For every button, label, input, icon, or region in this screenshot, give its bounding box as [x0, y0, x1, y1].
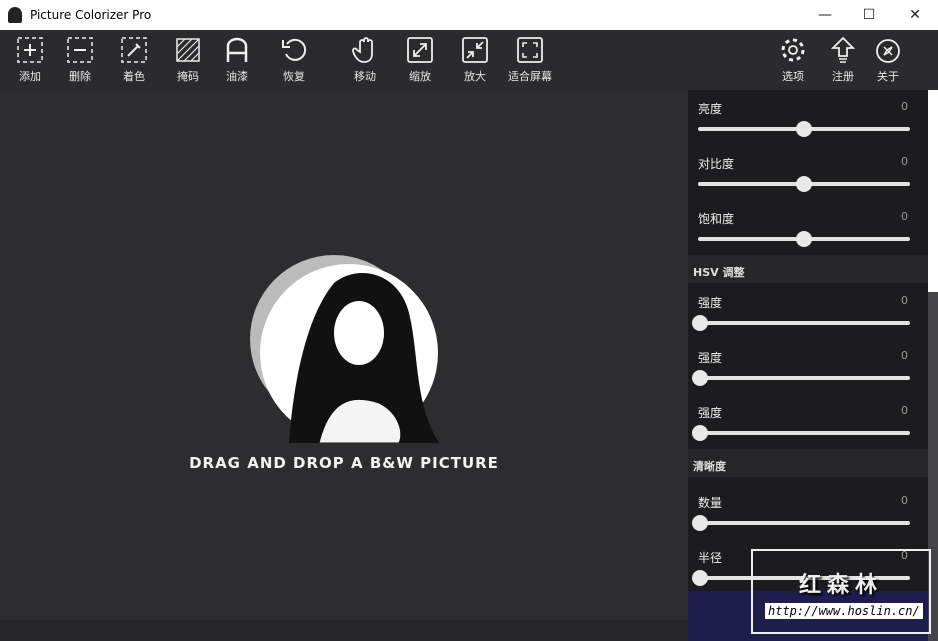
app-title: Picture Colorizer Pro [30, 8, 152, 22]
slider-thumb[interactable] [692, 570, 708, 586]
add-icon [17, 37, 43, 63]
upload-icon [830, 36, 856, 63]
title-bar: Picture Colorizer Pro — ☐ ✕ [0, 0, 938, 30]
slider-label: 数量 [698, 496, 723, 510]
slider-label: 强度 [698, 351, 723, 365]
adjustments-panel: 亮度 0 对比度 0 饱和度 0 HSV 调整 强度 0 强度 0 强度 0 清晰… [688, 90, 928, 641]
paint-button[interactable]: 油漆 [207, 36, 267, 84]
status-bar [0, 620, 688, 641]
colorize-button[interactable]: 着色 [104, 36, 164, 84]
slider-label: 饱和度 [698, 212, 735, 226]
slider-track[interactable] [698, 521, 910, 525]
hand-icon [352, 37, 373, 63]
gear-icon [781, 38, 805, 62]
toolbar: 添加 删除 着色 掩码 油漆 恢复 移动 缩放 放大 适合屏幕 选项 注册 关于 [0, 30, 938, 90]
slider-track[interactable] [698, 431, 910, 435]
paint-icon [226, 37, 248, 62]
slider-thumb[interactable] [692, 515, 708, 531]
slider-value: 0 [901, 549, 908, 562]
slider-row: 强度 0 [688, 394, 928, 449]
eyedropper-icon [121, 37, 147, 63]
slider-row: 亮度 0 [688, 90, 928, 145]
panel-scrollbar[interactable] [928, 90, 938, 641]
slider-value: 0 [901, 349, 908, 362]
slider-thumb[interactable] [796, 231, 812, 247]
slider-thumb[interactable] [692, 370, 708, 386]
slider-thumb[interactable] [796, 176, 812, 192]
undo-icon [282, 38, 307, 61]
app-logo-icon [8, 7, 22, 23]
slider-value: 0 [901, 210, 908, 223]
section-hsv-header: HSV 调整 [688, 255, 928, 283]
zoom-button[interactable]: 缩放 [390, 36, 450, 84]
slider-value: 0 [901, 404, 908, 417]
remove-icon [67, 37, 93, 63]
slider-row: 对比度 0 [688, 145, 928, 200]
slider-label: 亮度 [698, 102, 723, 116]
slider-value: 0 [901, 294, 908, 307]
slider-thumb[interactable] [796, 121, 812, 137]
shrink-icon [462, 37, 488, 63]
slider-track[interactable] [698, 576, 910, 580]
scrollbar-thumb[interactable] [928, 292, 938, 641]
move-button[interactable]: 移动 [335, 36, 395, 84]
slider-row: 半径 0 [688, 539, 928, 594]
compass-icon [876, 39, 900, 63]
fit-screen-button[interactable]: 适合屏幕 [500, 36, 560, 84]
slider-label: 对比度 [698, 157, 735, 171]
minimize-button[interactable]: — [802, 0, 848, 30]
close-button[interactable]: ✕ [892, 0, 938, 30]
maximize-button[interactable]: ☐ [846, 0, 892, 30]
slider-thumb[interactable] [692, 425, 708, 441]
restore-button[interactable]: 恢复 [264, 36, 324, 84]
slider-label: 强度 [698, 296, 723, 310]
about-button[interactable]: 关于 [858, 36, 918, 84]
slider-value: 0 [901, 494, 908, 507]
mask-icon [176, 38, 200, 62]
slider-label: 强度 [698, 406, 723, 420]
slider-track[interactable] [698, 321, 910, 325]
slider-row: 强度 0 [688, 284, 928, 339]
slider-value: 0 [901, 155, 908, 168]
slider-row: 强度 0 [688, 339, 928, 394]
slider-track[interactable] [698, 376, 910, 380]
slider-row: 饱和度 0 [688, 200, 928, 255]
drop-hint: DRAG AND DROP A B&W PICTURE [189, 454, 499, 472]
enlarge-button[interactable]: 放大 [445, 36, 505, 84]
slider-label: 半径 [698, 551, 723, 565]
slider-thumb[interactable] [692, 315, 708, 331]
fit-screen-icon [517, 37, 543, 63]
delete-button[interactable]: 删除 [50, 36, 110, 84]
expand-icon [407, 37, 433, 63]
placeholder-portrait-image [250, 255, 439, 443]
slider-row: 数量 0 [688, 484, 928, 539]
save-button[interactable] [688, 591, 928, 641]
section-sharpness-header: 清晰度 [688, 449, 928, 477]
slider-value: 0 [901, 100, 908, 113]
